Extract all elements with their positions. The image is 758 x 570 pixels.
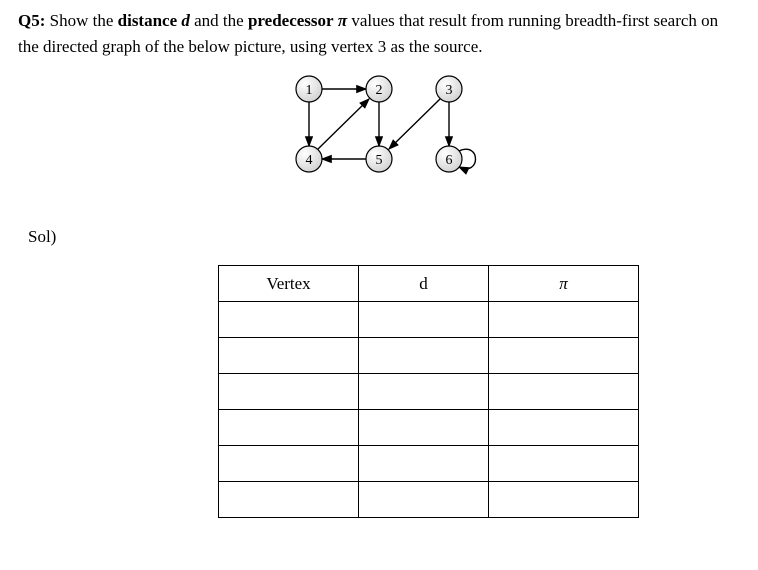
cell-pi: [489, 410, 639, 446]
cell-vertex: [219, 482, 359, 518]
sol-heading: Sol): [28, 227, 740, 247]
cell-pi: [489, 338, 639, 374]
term-d: d: [177, 11, 190, 30]
cell-d: [359, 302, 489, 338]
svg-text:1: 1: [306, 83, 313, 98]
cell-d: [359, 374, 489, 410]
cell-d: [359, 482, 489, 518]
svg-text:4: 4: [306, 153, 313, 168]
cell-pi: [489, 374, 639, 410]
header-pi: π: [489, 266, 639, 302]
svg-text:5: 5: [376, 153, 383, 168]
header-d: d: [359, 266, 489, 302]
svg-text:2: 2: [376, 83, 383, 98]
table-row: [219, 338, 639, 374]
cell-d: [359, 338, 489, 374]
table-row: [219, 446, 639, 482]
bfs-table: Vertex d π: [218, 265, 639, 518]
graph-figure: 1 2 3 4 5 6: [279, 69, 479, 199]
cell-vertex: [219, 446, 359, 482]
question-label: Q5:: [18, 11, 45, 30]
node-1: 1: [296, 76, 322, 102]
table-row: [219, 482, 639, 518]
cell-pi: [489, 482, 639, 518]
term-pi: π: [334, 11, 348, 30]
table-row: [219, 302, 639, 338]
cell-vertex: [219, 410, 359, 446]
cell-pi: [489, 302, 639, 338]
cell-d: [359, 410, 489, 446]
node-5: 5: [366, 146, 392, 172]
edge-3-5: [389, 99, 440, 149]
node-4: 4: [296, 146, 322, 172]
table-header-row: Vertex d π: [219, 266, 639, 302]
table-row: [219, 410, 639, 446]
node-2: 2: [366, 76, 392, 102]
cell-pi: [489, 446, 639, 482]
term-predecessor: predecessor: [248, 11, 334, 30]
cell-d: [359, 446, 489, 482]
term-distance: distance: [118, 11, 178, 30]
bfs-table-wrap: Vertex d π: [218, 265, 740, 518]
svg-text:3: 3: [446, 83, 453, 98]
question-text: Q5: Show the distance d and the predeces…: [18, 8, 740, 59]
cell-vertex: [219, 302, 359, 338]
edge-4-2: [318, 99, 369, 149]
node-6: 6: [436, 146, 462, 172]
cell-vertex: [219, 338, 359, 374]
svg-text:6: 6: [446, 153, 453, 168]
table-row: [219, 374, 639, 410]
cell-vertex: [219, 374, 359, 410]
node-3: 3: [436, 76, 462, 102]
header-vertex: Vertex: [219, 266, 359, 302]
